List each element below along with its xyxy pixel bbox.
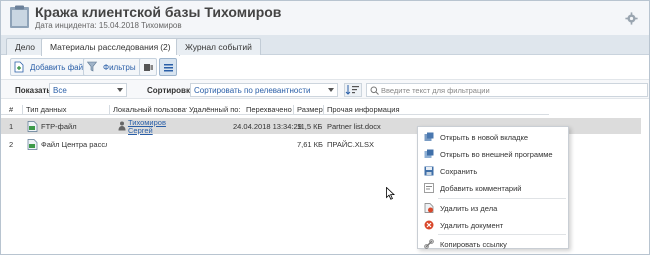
- sort-select[interactable]: Сортировать по релевантности: [190, 83, 338, 97]
- row-owner-firstname: Сергей: [128, 126, 153, 135]
- menu-item-open-new-tab[interactable]: Открыть в новой вкладке: [418, 129, 568, 145]
- row-type: Файл Центра расслед: [41, 140, 107, 149]
- column-divider[interactable]: [293, 105, 294, 114]
- row-number: 1: [9, 122, 14, 131]
- search-icon: [370, 86, 379, 95]
- column-header-info[interactable]: Прочая информация: [327, 105, 417, 114]
- filter-search-input[interactable]: [381, 85, 643, 96]
- show-value: Все: [53, 86, 67, 95]
- tile-view-button[interactable]: [139, 58, 157, 76]
- sort-order-icon: [345, 85, 359, 95]
- remove-from-case-icon: [424, 203, 434, 213]
- menu-item-label: Открыть во внешней программе: [440, 150, 553, 159]
- menu-item-label: Сохранить: [440, 167, 478, 176]
- tab-event-log[interactable]: Журнал событий: [176, 38, 261, 55]
- add-file-button[interactable]: Добавить файл: [10, 58, 94, 76]
- tile-view-icon: [144, 64, 153, 71]
- menu-item-label: Открыть в новой вкладке: [440, 133, 529, 142]
- tab-bar: Дело Материалы расследования (2) Журнал с…: [1, 35, 649, 56]
- open-tab-icon: [424, 132, 434, 141]
- column-divider[interactable]: [323, 105, 324, 114]
- filter-icon: [87, 61, 97, 72]
- row-captured: 24.04.2018 13:34:29: [233, 122, 302, 131]
- list-view-icon: [164, 64, 173, 72]
- delete-icon: [424, 220, 434, 230]
- row-info: ПРАЙС.XLSX: [327, 140, 374, 149]
- menu-item-label: Удалить документ: [440, 221, 504, 230]
- row-size: 11,5 КБ: [297, 122, 323, 131]
- row-type: FTP-файл: [41, 122, 77, 131]
- mouse-cursor-icon: [386, 187, 395, 200]
- row-number: 2: [9, 140, 14, 149]
- list-view-button[interactable]: [159, 58, 177, 76]
- column-divider[interactable]: [109, 105, 110, 114]
- chevron-down-icon: [328, 88, 334, 92]
- case-title: Кража клиентской базы Тихомиров: [35, 4, 282, 20]
- add-file-label: Добавить файл: [30, 63, 88, 72]
- column-header-captured[interactable]: Перехвачено: [246, 105, 294, 114]
- column-header-size[interactable]: Размер: [297, 105, 325, 114]
- show-select[interactable]: Все: [49, 83, 127, 97]
- tab-event-log-label: Журнал событий: [185, 42, 252, 52]
- add-file-icon: [14, 61, 24, 73]
- table-header: # Тип данных Локальный пользоват Удалённ…: [1, 103, 549, 115]
- tab-materials-label: Материалы расследования: [50, 42, 159, 52]
- gear-icon[interactable]: [625, 12, 638, 25]
- menu-separator: [438, 198, 566, 199]
- column-header-local-user[interactable]: Локальный пользоват: [113, 105, 187, 114]
- filter-search-box[interactable]: [366, 83, 648, 97]
- row-size: 7,61 КБ: [297, 140, 323, 149]
- filters-button[interactable]: Фильтры: [83, 58, 142, 76]
- menu-item-label: Добавить комментарий: [440, 184, 522, 193]
- sort-value: Сортировать по релевантности: [194, 86, 311, 95]
- filters-label: Фильтры: [103, 63, 136, 72]
- tab-materials[interactable]: Материалы расследования (2): [41, 38, 180, 56]
- ftp-file-icon: [27, 121, 38, 132]
- column-header-remote[interactable]: Удалённый по:: [189, 105, 247, 114]
- menu-item-save[interactable]: Сохранить: [418, 163, 568, 179]
- context-menu: Открыть в новой вкладке Открыть во внешн…: [417, 126, 569, 249]
- chevron-down-icon: [117, 88, 123, 92]
- menu-item-add-comment[interactable]: Добавить комментарий: [418, 180, 568, 196]
- incident-date: Дата инцидента: 15.04.2018 Тихомиров: [35, 21, 182, 30]
- column-divider[interactable]: [22, 105, 23, 114]
- menu-item-label: Копировать ссылку: [440, 240, 507, 249]
- menu-item-remove-from-case[interactable]: Удалить из дела: [418, 200, 568, 216]
- menu-item-open-external[interactable]: Открыть во внешней программе: [418, 146, 568, 162]
- tab-materials-count: (2): [160, 42, 171, 52]
- row-info: Partner list.docx: [327, 122, 381, 131]
- sort-direction-button[interactable]: [344, 83, 362, 97]
- external-app-icon: [424, 149, 434, 158]
- tab-case[interactable]: Дело: [6, 38, 44, 55]
- menu-item-copy-link[interactable]: Копировать ссылку: [418, 236, 568, 252]
- row-owner-link[interactable]: Тихомиров Сергей: [128, 119, 166, 135]
- case-folder-icon: [10, 5, 29, 28]
- menu-separator: [438, 234, 566, 235]
- investigation-file-icon: [27, 139, 38, 150]
- column-header-type[interactable]: Тип данных: [26, 105, 106, 114]
- comment-icon: [424, 183, 434, 193]
- tab-case-label: Дело: [15, 42, 35, 52]
- filter-bar: Показать: Все Сортировка: Сортировать по…: [1, 79, 649, 99]
- toolbar: Добавить файл Фильтры: [1, 56, 649, 78]
- save-icon: [424, 166, 434, 176]
- link-icon: [424, 239, 434, 249]
- user-icon: [118, 121, 126, 131]
- menu-item-delete-document[interactable]: Удалить документ: [418, 217, 568, 233]
- case-header: Кража клиентской базы Тихомиров Дата инц…: [1, 1, 649, 35]
- column-header-number[interactable]: #: [9, 105, 13, 114]
- menu-item-label: Удалить из дела: [440, 204, 498, 213]
